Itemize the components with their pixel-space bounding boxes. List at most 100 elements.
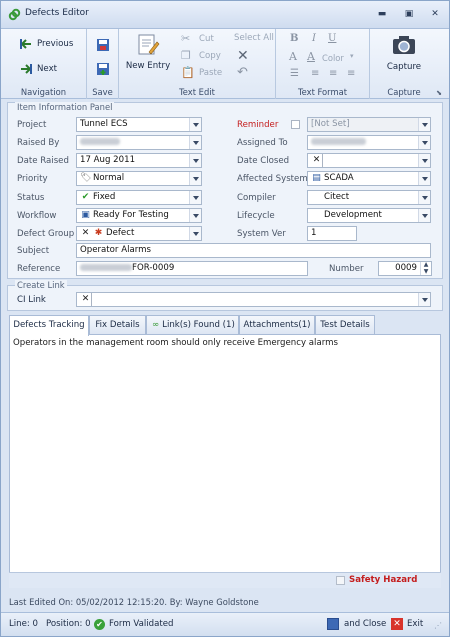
- bullets-icon[interactable]: ☰: [290, 68, 299, 79]
- new-entry-button[interactable]: New Entry: [125, 32, 171, 71]
- dialog-launcher-icon[interactable]: ⬊: [436, 89, 442, 97]
- chevron-down-icon[interactable]: [189, 227, 201, 240]
- project-select[interactable]: Tunnel ECS: [76, 117, 202, 132]
- save-group-label: Save: [92, 87, 113, 97]
- undo-icon[interactable]: ↶: [237, 65, 248, 80]
- reminder-select[interactable]: [Not Set]: [307, 117, 431, 132]
- exit-button[interactable]: Exit: [407, 619, 423, 629]
- copy-button[interactable]: ❐ Copy: [181, 49, 221, 63]
- chevron-down-icon[interactable]: [418, 191, 430, 204]
- reminder-checkbox[interactable]: [291, 120, 300, 129]
- defect-group-value: Defect: [106, 228, 135, 238]
- tab-attachments[interactable]: Attachments(1): [239, 315, 315, 334]
- chevron-down-icon[interactable]: [418, 209, 430, 222]
- font-color-button[interactable]: A: [307, 50, 315, 63]
- chevron-down-icon[interactable]: [189, 154, 201, 167]
- defect-group-select[interactable]: ✕ ✱ Defect: [76, 226, 202, 241]
- workflow-select[interactable]: ▣ Ready For Testing: [76, 208, 202, 223]
- align-center-icon[interactable]: ≡: [329, 68, 337, 79]
- ci-link-label: CI Link: [17, 295, 46, 305]
- clear-icon[interactable]: ✕: [80, 294, 91, 305]
- text-format-group: B I U A A Color ▾ ☰ ≡ ≡ ≡ Text Format: [276, 29, 370, 99]
- date-closed-picker[interactable]: ✕: [307, 153, 431, 168]
- bold-button[interactable]: B: [290, 33, 298, 44]
- link-icon: ∞: [152, 320, 160, 330]
- underline-button[interactable]: U: [328, 33, 336, 44]
- navigation-group-label: Navigation: [20, 87, 67, 97]
- title-bar: Defects Editor ▬ ▣ ✕: [1, 1, 449, 29]
- save-and-close-button[interactable]: and Close: [344, 619, 386, 629]
- maximize-button[interactable]: ▣: [400, 7, 418, 21]
- tab-fix-details[interactable]: Fix Details: [89, 315, 146, 334]
- redacted-value: [80, 264, 132, 271]
- close-button[interactable]: ✕: [426, 7, 444, 21]
- date-raised-picker[interactable]: 17 Aug 2011: [76, 153, 202, 168]
- select-all-button[interactable]: Select All: [234, 33, 274, 43]
- raised-by-select[interactable]: [76, 135, 202, 150]
- chevron-down-icon[interactable]: [418, 172, 430, 185]
- number-label: Number: [329, 264, 364, 274]
- subject-input[interactable]: Operator Alarms: [76, 243, 431, 258]
- tab-links-found[interactable]: ∞ Link(s) Found (1): [146, 315, 239, 334]
- editor-text[interactable]: Operators in the management room should …: [13, 338, 338, 348]
- chevron-down-icon[interactable]: [189, 209, 201, 222]
- number-value: 0009: [395, 263, 417, 273]
- color-dropdown[interactable]: Color: [322, 53, 344, 63]
- compiler-select[interactable]: Citect: [307, 190, 431, 205]
- defects-editor-window: Defects Editor ▬ ▣ ✕ Previous Next Navig…: [0, 0, 450, 637]
- next-button[interactable]: Next: [19, 62, 57, 76]
- text-edit-group: New Entry ✂ Cut ❐ Copy 📋 Paste Select All ✕…: [119, 29, 276, 99]
- delete-icon[interactable]: ✕: [237, 48, 249, 64]
- italic-button[interactable]: I: [312, 33, 316, 44]
- next-icon: [21, 64, 32, 74]
- lifecycle-label: Lifecycle: [237, 211, 275, 221]
- create-link-title: Create Link: [15, 280, 67, 290]
- align-right-icon[interactable]: ≡: [347, 68, 355, 79]
- paste-button[interactable]: 📋 Paste: [181, 66, 222, 80]
- cut-button[interactable]: ✂ Cut: [181, 32, 214, 46]
- tab-defects-tracking[interactable]: Defects Tracking: [9, 315, 89, 336]
- safety-hazard-checkbox[interactable]: [336, 576, 345, 585]
- system-ver-input[interactable]: 1: [307, 226, 357, 241]
- minimize-button[interactable]: ▬: [373, 7, 391, 21]
- ci-link-select[interactable]: ✕: [76, 292, 431, 307]
- capture-button[interactable]: Capture: [378, 34, 430, 72]
- defects-tracking-editor[interactable]: Operators in the management room should …: [9, 334, 441, 588]
- chevron-down-icon[interactable]: [189, 136, 201, 149]
- status-select[interactable]: ✔ Fixed: [76, 190, 202, 205]
- chevron-down-icon[interactable]: [418, 118, 430, 131]
- align-left-icon[interactable]: ≡: [311, 68, 319, 79]
- affected-system-select[interactable]: ▤ SCADA: [307, 171, 431, 186]
- previous-button[interactable]: Previous: [19, 37, 73, 51]
- scissors-icon: ✂: [181, 32, 191, 45]
- chevron-down-icon[interactable]: [189, 172, 201, 185]
- assigned-to-select[interactable]: [307, 135, 431, 150]
- lifecycle-select[interactable]: Development: [307, 208, 431, 223]
- priority-select[interactable]: 🏷 Normal: [76, 171, 202, 186]
- tab-test-details[interactable]: Test Details: [315, 315, 375, 334]
- subject-value: Operator Alarms: [80, 245, 151, 255]
- capture-label: Capture: [386, 62, 422, 72]
- number-stepper[interactable]: 0009 ▲ ▼: [378, 261, 432, 276]
- chevron-down-icon[interactable]: [418, 293, 430, 306]
- project-value: Tunnel ECS: [80, 119, 128, 129]
- save-icon[interactable]: [96, 38, 110, 52]
- chevron-down-icon[interactable]: [418, 136, 430, 149]
- priority-value: Normal: [93, 173, 125, 183]
- clear-icon[interactable]: ✕: [311, 155, 322, 166]
- reference-input[interactable]: FOR-0009: [76, 261, 308, 276]
- last-edited-text: Last Edited On: 05/02/2012 12:15:20. By:…: [9, 597, 259, 607]
- affected-system-value: SCADA: [324, 173, 354, 183]
- chevron-down-icon[interactable]: [189, 191, 201, 204]
- clipboard-icon: 📋: [181, 66, 195, 79]
- save-new-icon[interactable]: [96, 62, 110, 76]
- chevron-down-icon[interactable]: [189, 118, 201, 131]
- spin-arrows-icon[interactable]: ▲ ▼: [420, 262, 431, 275]
- chevron-down-icon[interactable]: [418, 154, 430, 167]
- navigation-group: Previous Next Navigation: [1, 29, 87, 99]
- clear-icon[interactable]: ✕: [80, 228, 91, 239]
- font-grow-button[interactable]: A: [289, 50, 297, 63]
- date-closed-label: Date Closed: [237, 156, 290, 166]
- resize-grip-icon[interactable]: ⋰: [434, 621, 442, 630]
- date-raised-value: 17 Aug 2011: [80, 155, 136, 165]
